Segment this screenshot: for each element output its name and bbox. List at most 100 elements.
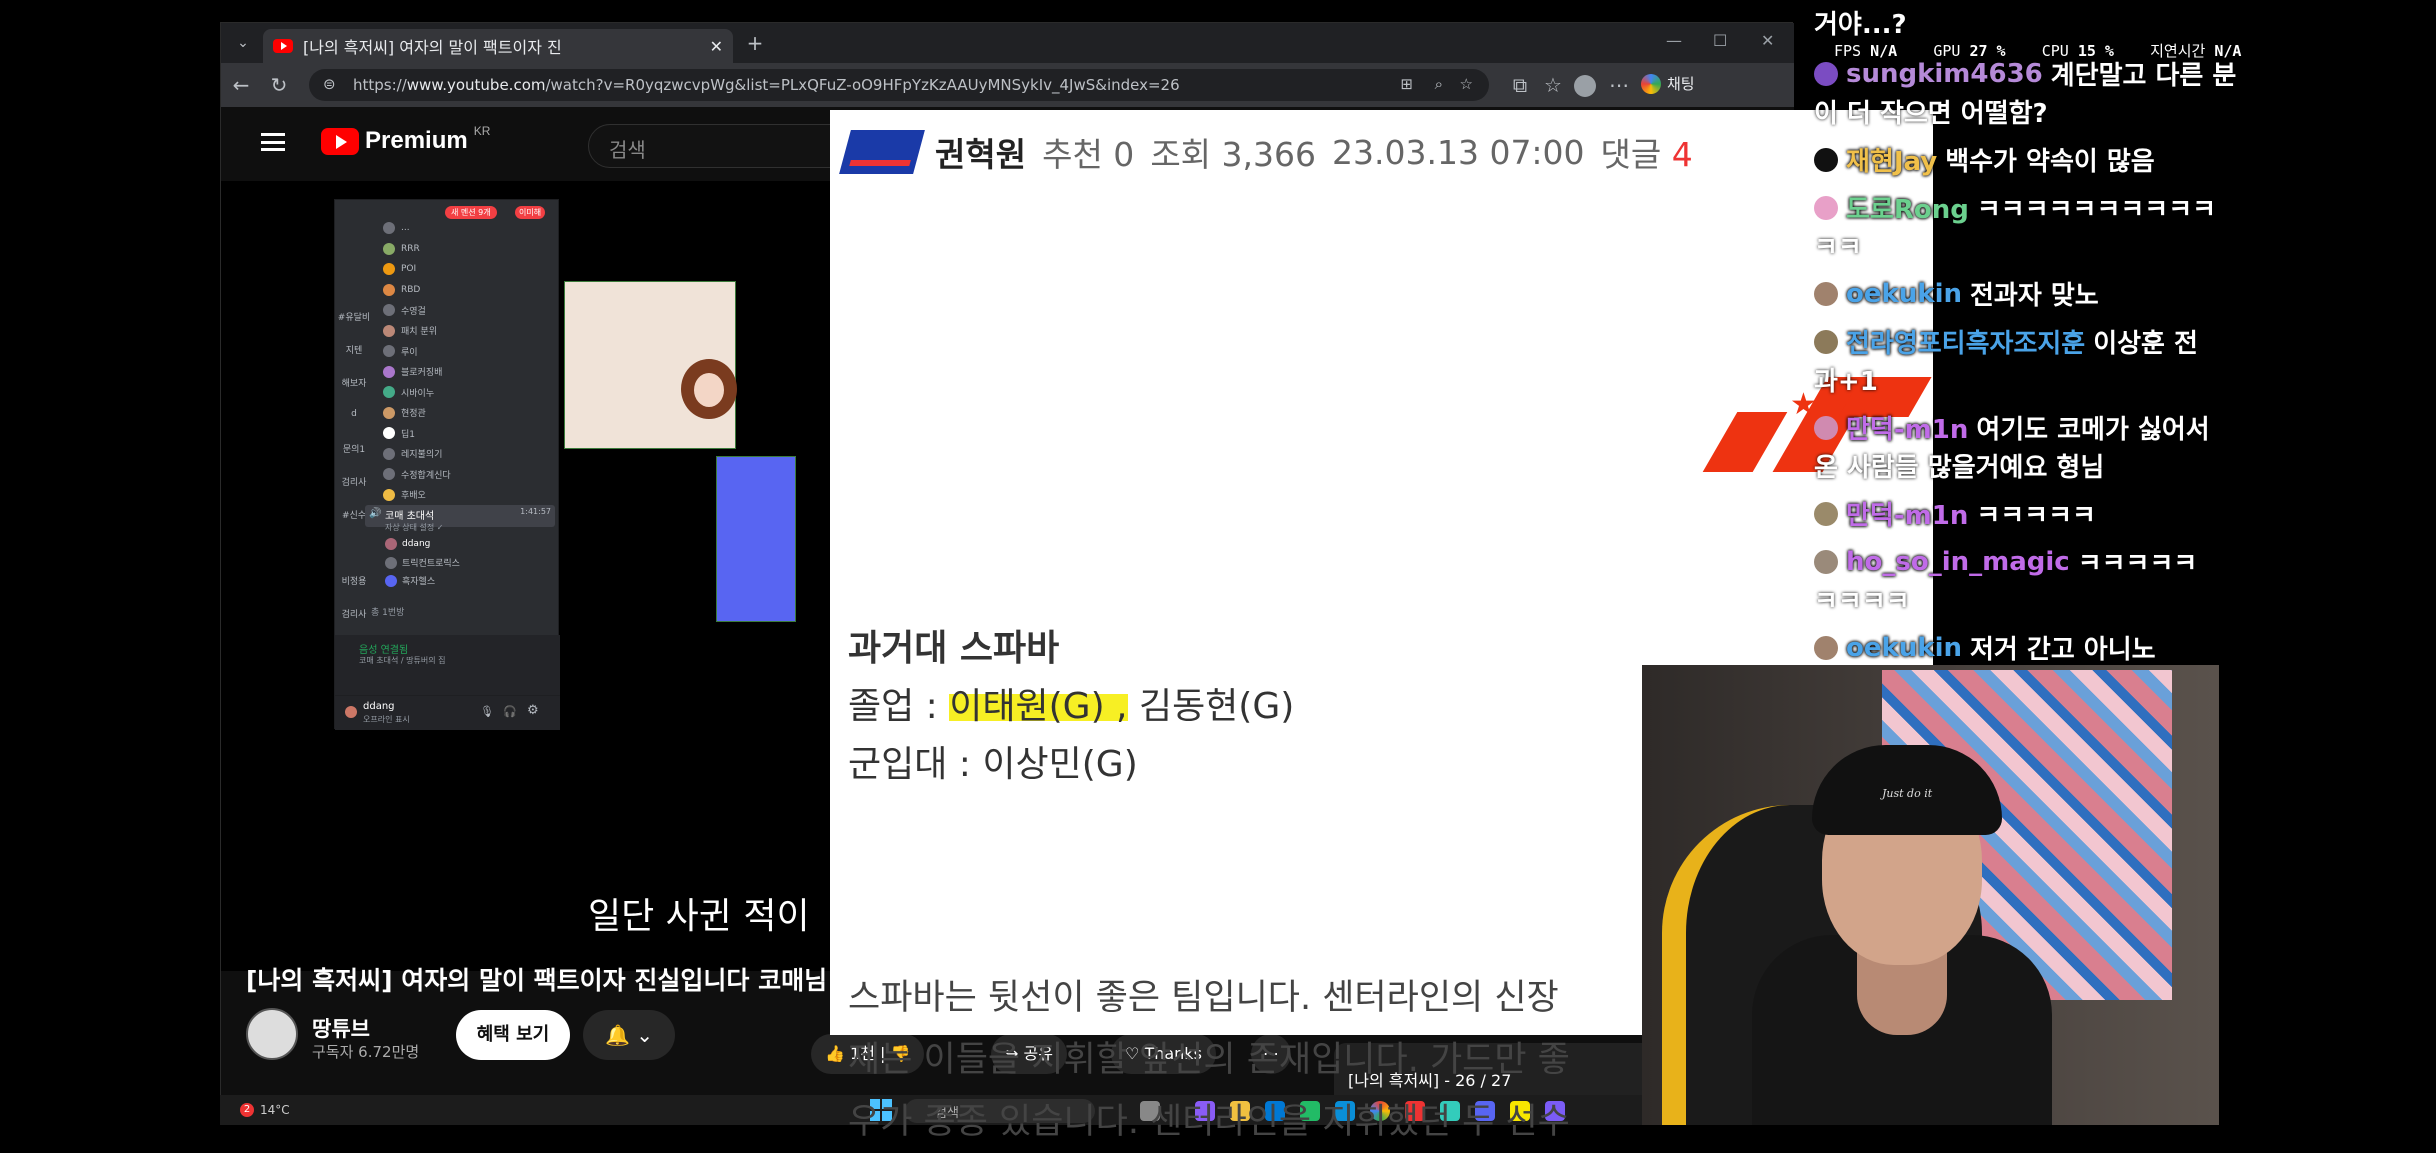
voice-channel-name: 코매 초대석 xyxy=(385,511,435,522)
graduation-rest: 김동현(G) xyxy=(1127,686,1295,727)
server-list-item[interactable]: d xyxy=(337,409,371,419)
chat-nickname[interactable]: sungkim4636 xyxy=(1846,59,2043,89)
chat-nickname[interactable]: 전라영포티흑자조지훈 xyxy=(1846,323,2085,360)
discord-channel-row[interactable]: 레지불의기 xyxy=(383,446,442,462)
settings-gear-icon[interactable]: ⚙ xyxy=(527,703,539,718)
chat-nickname[interactable]: 만덕-m1n xyxy=(1846,409,1968,446)
chat-avatar-icon xyxy=(1814,61,1838,86)
thumbs-up-icon: 👍 xyxy=(825,1044,851,1063)
channel-avatar-icon xyxy=(383,488,395,501)
chat-message: 만덕-m1n 여기도 코메가 싫어서 xyxy=(1814,409,2210,446)
server-list-item[interactable]: 검리사 xyxy=(337,607,371,620)
chat-fragment: 거야...? xyxy=(1814,10,1907,40)
chat-message: 도로Rong ㅋㅋㅋㅋㅋㅋㅋㅋㅋㅋ xyxy=(1814,189,2216,226)
minimize-icon[interactable]: — xyxy=(1666,31,1682,50)
notification-bell-button[interactable]: 🔔 ⌄ xyxy=(583,1010,675,1060)
chat-text: ㅋㅋㅋㅋㅋ xyxy=(2077,549,2198,579)
discord-channel-row[interactable]: 딥1 xyxy=(383,425,415,441)
post-comments-label: 댓글 xyxy=(1600,135,1662,174)
site-info-icon[interactable]: ⊜ xyxy=(323,75,336,93)
discord-panel: 새 멘션 9개 이미해 ... RRR POI RBD 수영걸 패치 분위 루이 블로커징배 시… xyxy=(334,199,560,730)
server-list-item[interactable]: 검리사 xyxy=(337,475,371,488)
voice-footer: 총 1번방 xyxy=(371,608,405,618)
voice-member-1[interactable]: 트릭컨트로릭스 xyxy=(385,556,460,569)
chat-nickname[interactable]: 도로Rong xyxy=(1846,189,1969,226)
discord-channel-row[interactable]: RBD xyxy=(383,282,420,298)
bookmark-star-icon[interactable]: ☆ xyxy=(1460,75,1473,93)
perks-button[interactable]: 혜택 보기 xyxy=(456,1010,570,1060)
post-comments[interactable]: 댓글 4 xyxy=(1601,128,1693,176)
copilot-chat-button[interactable]: 채팅 xyxy=(1641,73,1695,94)
post-author[interactable]: 권혁원 xyxy=(935,128,1026,176)
reload-icon[interactable]: ↻ xyxy=(265,71,293,99)
zoom-icon[interactable]: ⌕ xyxy=(1435,75,1443,93)
more-menu-icon[interactable]: ⋯ xyxy=(1605,71,1633,99)
copilot-icon xyxy=(1641,73,1661,94)
channel-row-label: RBD xyxy=(401,284,421,295)
profile-avatar[interactable] xyxy=(1574,75,1596,97)
military-label: 군입대 : xyxy=(848,744,983,785)
server-list-item[interactable]: 문의1 xyxy=(337,442,371,455)
server-list-item[interactable]: 지텐 xyxy=(337,343,371,356)
translate-icon[interactable]: ⊞ xyxy=(1400,75,1413,93)
chat-avatar-icon xyxy=(1814,281,1838,306)
headphones-icon[interactable]: 🎧 xyxy=(503,705,517,718)
channel-avatar-icon xyxy=(383,468,395,480)
menu-icon[interactable] xyxy=(261,133,285,151)
voice-member-0[interactable]: ddang xyxy=(385,538,430,550)
channel-avatar[interactable] xyxy=(246,1008,298,1060)
extensions-icon[interactable]: ⧉ xyxy=(1506,71,1534,99)
channel-row-label: 수정합계신다 xyxy=(401,470,451,481)
participant-avatar xyxy=(681,359,737,419)
server-list-item[interactable]: 비정용 xyxy=(337,574,371,587)
channel-avatar-icon xyxy=(383,406,395,419)
connected-sub: 코매 초대석 / 땅튜버의 집 xyxy=(359,656,446,665)
chat-nickname[interactable]: oekukin xyxy=(1846,279,1962,309)
channel-avatar-icon xyxy=(383,386,395,398)
mic-icon[interactable]: 🎙 xyxy=(480,705,494,718)
discord-channel-row[interactable]: 패치 분위 xyxy=(383,323,437,339)
tab-close-icon[interactable]: ✕ xyxy=(710,37,723,56)
window-close-icon[interactable]: ✕ xyxy=(1761,31,1774,50)
chat-text-continued: ㅋㅋㅋㅋ xyxy=(1814,587,1910,617)
tab-list-chevron-icon[interactable]: ⌄ xyxy=(229,29,257,57)
discord-channel-row[interactable]: 블로커징배 xyxy=(383,364,442,380)
voice-member-2[interactable]: 흑자헬스 xyxy=(385,574,435,587)
weather-widget[interactable]: 14°C xyxy=(260,1103,290,1117)
new-tab-button[interactable]: + xyxy=(741,29,769,57)
channel-row-label: 후배오 xyxy=(401,491,426,501)
chat-text: ㅋㅋㅋㅋㅋㅋㅋㅋㅋㅋ xyxy=(1976,195,2217,225)
discord-channel-row[interactable]: 시바이누 xyxy=(383,384,434,400)
chat-nickname[interactable]: ho_so_in_magic xyxy=(1846,547,2070,577)
url-field[interactable]: ⊜ https://www.youtube.com/watch?v=R0yqzw… xyxy=(309,69,1489,101)
maximize-icon[interactable]: ☐ xyxy=(1713,31,1727,50)
notification-count: 2 xyxy=(240,1103,254,1117)
discord-channel-row[interactable]: RRR xyxy=(383,241,420,257)
chat-nickname[interactable]: 만덕-m1n xyxy=(1846,495,1968,532)
post-body: 과거대 스파바 졸업 : 이태원(G) , 김동현(G) 군입대 : 이상민(G… xyxy=(848,620,1294,794)
youtube-logo[interactable]: Premium KR xyxy=(321,124,490,155)
discord-channel-row[interactable]: 현정관 xyxy=(383,405,426,421)
server-list-item[interactable]: 해보자 xyxy=(337,376,371,389)
webcam-feed: Just do it xyxy=(1642,665,2219,1125)
participant-tile-blue xyxy=(716,456,796,622)
back-arrow-icon[interactable]: ← xyxy=(227,71,255,99)
video-subtitle: 일단 사귄 적이 xyxy=(588,896,810,937)
discord-channel-row[interactable]: 수정합계신다 xyxy=(383,466,451,482)
user-status: 오프라인 표시 xyxy=(363,715,410,724)
discord-channel-row[interactable]: 수영걸 xyxy=(383,302,426,318)
graduation-highlight: 이태원(G) , xyxy=(949,686,1128,727)
chat-nickname[interactable]: oekukin xyxy=(1846,633,1962,663)
favorites-icon[interactable]: ☆ xyxy=(1539,71,1567,99)
discord-channel-row[interactable]: POI xyxy=(383,261,416,277)
discord-channel-row[interactable]: 후배오 xyxy=(383,487,426,503)
channel-name[interactable]: 땅튜브 xyxy=(312,1013,370,1043)
discord-channel-row[interactable]: ... xyxy=(383,220,410,236)
chat-avatar-icon xyxy=(1814,415,1838,440)
server-list-item[interactable]: #유달비 xyxy=(337,310,371,323)
chat-nickname[interactable]: 재현Jay xyxy=(1846,141,1937,178)
chat-text: 백수가 약속이 많음 xyxy=(1945,147,2155,177)
voice-connected-panel: 음성 연결됨 코매 초대석 / 땅튜버의 집 xyxy=(335,635,560,695)
tab-youtube[interactable]: [나의 흑저씨] 여자의 말이 팩트이자 진 ✕ xyxy=(263,29,733,63)
discord-channel-row[interactable]: 루이 xyxy=(383,343,418,359)
